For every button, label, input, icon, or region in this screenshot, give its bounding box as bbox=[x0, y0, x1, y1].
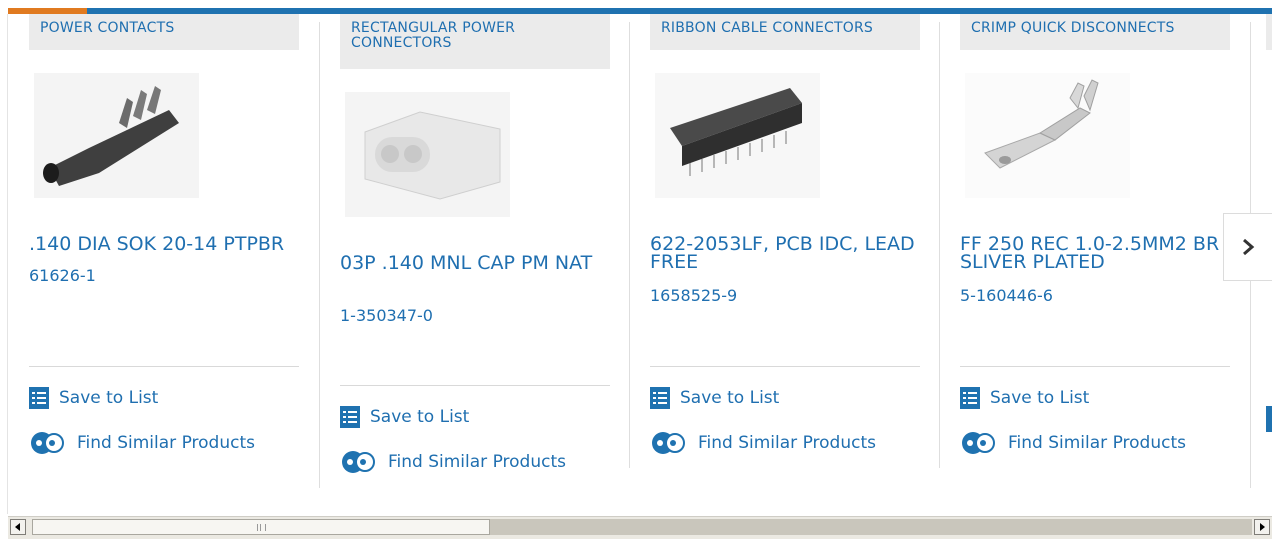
product-name-link[interactable]: .140 DIA SOK 20-14 PTPBR bbox=[29, 235, 304, 254]
find-similar-button[interactable]: Find Similar Products bbox=[29, 430, 255, 456]
product-name-link[interactable]: FF 250 REC 1.0-2.5MM2 BR SLIVER PLATED bbox=[960, 235, 1235, 272]
find-similar-button[interactable]: Find Similar Products bbox=[960, 430, 1186, 456]
find-similar-icon bbox=[342, 451, 375, 473]
product-name-link[interactable]: 622-2053LF, PCB IDC, LEAD FREE bbox=[650, 235, 925, 272]
rectangular-power-connector-image[interactable] bbox=[340, 87, 515, 222]
product-card: POWER CONTACTS .140 DIA SOK 20-14 PTPBR … bbox=[29, 14, 299, 494]
part-number-link[interactable]: 5-160446-6 bbox=[960, 286, 1053, 306]
find-similar-label: Find Similar Products bbox=[1008, 433, 1186, 453]
save-to-list-button[interactable]: Save to List bbox=[340, 404, 469, 430]
save-to-list-button[interactable]: Save to List bbox=[960, 385, 1089, 411]
scroll-track[interactable] bbox=[490, 519, 1252, 535]
product-card: RIBBON CABLE CONNECTORS 622-2053LF, PCB … bbox=[650, 14, 920, 494]
crimp-quick-disconnect-image[interactable] bbox=[960, 68, 1135, 203]
chevron-right-icon bbox=[1243, 238, 1255, 256]
carousel-next-button[interactable] bbox=[1223, 213, 1272, 281]
product-card: RECTANGULAR POWER CONNECTORS 03P .140 MN… bbox=[340, 14, 610, 494]
save-to-list-label: Save to List bbox=[990, 388, 1090, 408]
divider bbox=[960, 366, 1230, 367]
category-label[interactable]: RECTANGULAR POWER CONNECTORS bbox=[340, 14, 610, 69]
card-separator bbox=[319, 22, 320, 488]
part-number-link[interactable]: 1658525-9 bbox=[650, 286, 737, 306]
left-border bbox=[7, 14, 8, 514]
save-to-list-label: Save to List bbox=[680, 388, 780, 408]
next-card-save-icon-peek bbox=[1266, 406, 1272, 432]
save-to-list-label: Save to List bbox=[370, 407, 470, 427]
part-number-link[interactable]: 1-350347-0 bbox=[340, 306, 433, 326]
checklist-icon bbox=[650, 387, 670, 409]
find-similar-label: Find Similar Products bbox=[77, 433, 255, 453]
scroll-left-button[interactable] bbox=[10, 519, 26, 535]
find-similar-icon bbox=[962, 432, 995, 454]
scroll-right-button[interactable] bbox=[1254, 519, 1270, 535]
find-similar-label: Find Similar Products bbox=[698, 433, 876, 453]
category-label[interactable]: POWER CONTACTS bbox=[29, 14, 299, 50]
save-to-list-label: Save to List bbox=[59, 388, 159, 408]
card-separator bbox=[939, 22, 940, 468]
checklist-icon bbox=[340, 406, 360, 428]
divider bbox=[340, 385, 610, 386]
card-separator bbox=[629, 22, 630, 468]
grip-icon bbox=[256, 523, 266, 531]
product-name-link[interactable]: 03P .140 MNL CAP PM NAT bbox=[340, 254, 615, 273]
scroll-thumb[interactable] bbox=[32, 519, 490, 535]
arrow-right-icon bbox=[1260, 523, 1265, 531]
category-label[interactable]: RIBBON CABLE CONNECTORS bbox=[650, 14, 920, 50]
product-card: CRIMP QUICK DISCONNECTS FF 250 REC 1.0-2… bbox=[960, 14, 1230, 494]
checklist-icon bbox=[960, 387, 980, 409]
save-to-list-button[interactable]: Save to List bbox=[29, 385, 158, 411]
part-number-link[interactable]: 61626-1 bbox=[29, 266, 96, 286]
divider bbox=[650, 366, 920, 367]
power-contact-image[interactable] bbox=[29, 68, 204, 203]
ribbon-cable-connector-image[interactable] bbox=[650, 68, 825, 203]
find-similar-icon bbox=[652, 432, 685, 454]
horizontal-scrollbar[interactable] bbox=[8, 516, 1272, 539]
find-similar-label: Find Similar Products bbox=[388, 452, 566, 472]
find-similar-icon bbox=[31, 432, 64, 454]
save-to-list-button[interactable]: Save to List bbox=[650, 385, 779, 411]
divider bbox=[29, 366, 299, 367]
find-similar-button[interactable]: Find Similar Products bbox=[650, 430, 876, 456]
find-similar-button[interactable]: Find Similar Products bbox=[340, 449, 566, 475]
next-card-peek bbox=[1266, 14, 1272, 50]
checklist-icon bbox=[29, 387, 49, 409]
category-label[interactable]: CRIMP QUICK DISCONNECTS bbox=[960, 14, 1230, 50]
arrow-left-icon bbox=[15, 523, 20, 531]
